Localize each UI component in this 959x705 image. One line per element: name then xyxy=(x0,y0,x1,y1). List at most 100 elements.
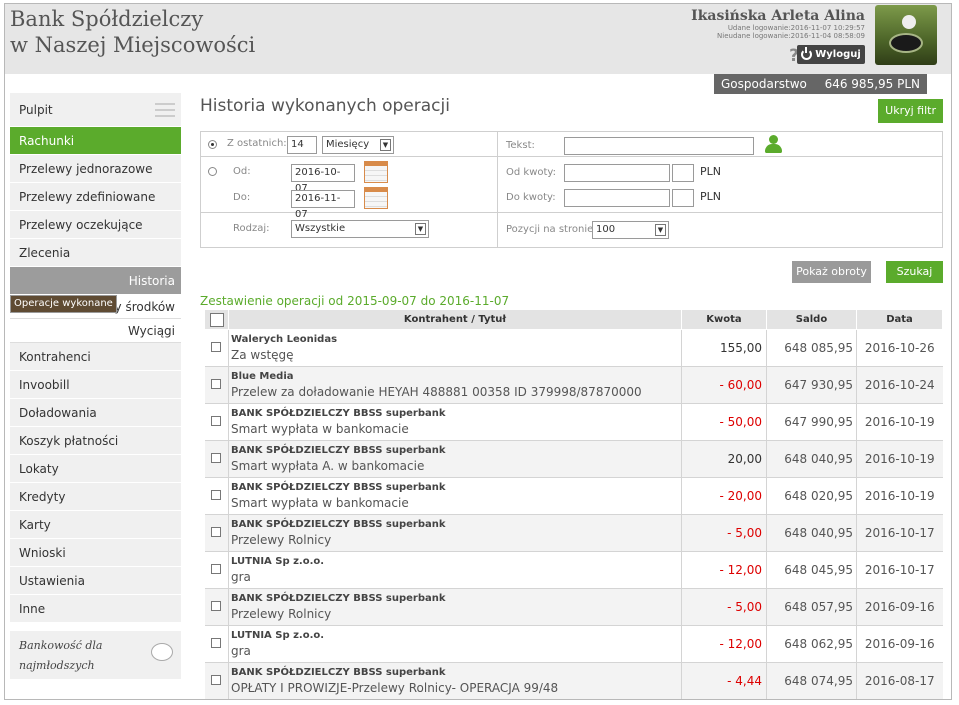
row-checkbox[interactable] xyxy=(211,675,222,685)
sidebar-item-lokaty[interactable]: Lokaty xyxy=(10,455,181,483)
text-label: Tekst: xyxy=(506,140,535,151)
power-icon xyxy=(801,47,813,60)
sidebar-item-inne[interactable]: Inne xyxy=(10,595,181,623)
radio-date-range[interactable] xyxy=(208,167,217,176)
table-row[interactable]: BANK SPÓŁDZIELCZY BBSS superbank Przelewy… xyxy=(204,514,943,552)
table-row[interactable]: Blue Media Przelew za doładowanie HEYAH 4… xyxy=(204,366,943,404)
menu-icon[interactable] xyxy=(155,102,175,117)
amount-to-input[interactable] xyxy=(564,189,670,207)
account-selector[interactable]: Gospodarstwo 646 985,95 PLN xyxy=(714,74,927,94)
amount-from-input[interactable] xyxy=(564,164,670,182)
sidebar-item-pulpit[interactable]: Pulpit xyxy=(10,93,181,127)
row-checkbox[interactable] xyxy=(211,564,222,574)
table-row[interactable]: LUTNIA Sp z.o.o. gra - 12,00 648 062,95 2016… xyxy=(204,625,943,663)
header-amount[interactable]: Kwota xyxy=(681,309,767,330)
table-row[interactable]: BANK SPÓŁDZIELCZY BBSS superbank Smart wy… xyxy=(204,403,943,441)
calendar-to-icon[interactable] xyxy=(364,187,388,209)
row-balance: 648 085,95 xyxy=(766,329,857,367)
row-date: 2016-09-16 xyxy=(856,625,943,663)
sidebar-item-ustawienia[interactable]: Ustawienia xyxy=(10,567,181,595)
row-amount: 20,00 xyxy=(681,440,767,478)
row-contractor-cell: BANK SPÓŁDZIELCZY BBSS superbank Smart wy… xyxy=(228,403,682,441)
sidebar-item-wnioski[interactable]: Wnioski xyxy=(10,539,181,567)
row-contractor: BANK SPÓŁDZIELCZY BBSS superbank xyxy=(231,445,446,456)
account-name: Gospodarstwo xyxy=(721,77,807,91)
user-avatar xyxy=(875,5,937,65)
amount-to-label: Do kwoty: xyxy=(506,192,556,203)
promo-banner[interactable]: Bankowość dla najmłodszych xyxy=(10,631,181,679)
sidebar-item-invoobill[interactable]: Invoobill xyxy=(10,371,181,399)
row-amount: - 5,00 xyxy=(681,588,767,626)
header-date[interactable]: Data xyxy=(856,309,943,330)
table-row[interactable]: BANK SPÓŁDZIELCZY BBSS superbank Smart wy… xyxy=(204,477,943,515)
row-contractor-cell: BANK SPÓŁDZIELCZY BBSS superbank Przelewy… xyxy=(228,514,682,552)
sidebar-item-doladowania[interactable]: Doładowania xyxy=(10,399,181,427)
sidebar-item-rachunki[interactable]: Rachunki xyxy=(10,127,181,155)
logout-button[interactable]: Wyloguj xyxy=(797,45,865,64)
chevron-down-icon: ▼ xyxy=(415,223,426,235)
row-date: 2016-10-24 xyxy=(856,366,943,404)
row-contractor: LUTNIA Sp z.o.o. xyxy=(231,630,325,641)
amount-from-label: Od kwoty: xyxy=(506,167,556,178)
search-button[interactable]: Szukaj xyxy=(886,261,943,283)
type-select-value: Wszystkie xyxy=(295,223,346,234)
sidebar-item-kontrahenci[interactable]: Kontrahenci xyxy=(10,343,181,371)
row-date: 2016-09-16 xyxy=(856,588,943,626)
type-select[interactable]: Wszystkie ▼ xyxy=(291,220,429,238)
radio-last-period[interactable] xyxy=(208,140,217,149)
last-login-success: Udane logowanie:2016-11-07 10:29:57 xyxy=(727,24,865,32)
row-title: gra xyxy=(231,570,251,584)
table-row[interactable]: LUTNIA Sp z.o.o. gra - 12,00 648 045,95 2016… xyxy=(204,551,943,589)
last-period-count-input[interactable]: 14 xyxy=(287,136,317,154)
row-contractor-cell: BANK SPÓŁDZIELCZY BBSS superbank Smart wy… xyxy=(228,440,682,478)
row-checkbox[interactable] xyxy=(211,638,222,648)
table-row[interactable]: BANK SPÓŁDZIELCZY BBSS superbank Przelewy… xyxy=(204,588,943,626)
sidebar-item-przelewy-oczekujace[interactable]: Przelewy oczekujące xyxy=(10,211,181,239)
row-checkbox-cell xyxy=(204,514,229,552)
header: Bank Spółdzielczy w Naszej Miejscowości I… xyxy=(5,4,951,74)
sidebar-item-zlecenia[interactable]: Zlecenia xyxy=(10,239,181,267)
piggy-bank-icon xyxy=(151,643,173,661)
main-content: Historia wykonanych operacji Ukryj filtr… xyxy=(200,96,943,699)
operations-table: Kontrahent / Tytuł Kwota Saldo Data Wale… xyxy=(204,309,943,699)
row-date: 2016-10-26 xyxy=(856,329,943,367)
date-from-input[interactable]: 2016-10-07 xyxy=(291,164,355,194)
sidebar-item-karty[interactable]: Karty xyxy=(10,511,181,539)
amount-to-decimal-input[interactable] xyxy=(672,189,694,207)
sidebar-item-przelewy-zdefiniowane[interactable]: Przelewy zdefiniowane xyxy=(10,183,181,211)
sidebar-sub-operacje-wykonane[interactable]: Operacje wykonane xyxy=(10,295,117,313)
row-checkbox[interactable] xyxy=(211,379,222,389)
table-row[interactable]: BANK SPÓŁDZIELCZY BBSS superbank OPŁATY I… xyxy=(204,662,943,699)
date-to-input[interactable]: 2016-11-07 xyxy=(291,190,355,220)
row-amount: 155,00 xyxy=(681,329,767,367)
row-title: Za wstęgę xyxy=(231,348,294,362)
row-checkbox[interactable] xyxy=(211,416,222,426)
header-contractor[interactable]: Kontrahent / Tytuł xyxy=(228,309,682,330)
row-checkbox[interactable] xyxy=(211,601,222,611)
sidebar-item-koszyk-platnosci[interactable]: Koszyk płatności xyxy=(10,427,181,455)
sidebar-item-przelewy-jednorazowe[interactable]: Przelewy jednorazowe xyxy=(10,155,181,183)
row-checkbox[interactable] xyxy=(211,490,222,500)
sidebar-item-historia[interactable]: Historia xyxy=(10,267,181,295)
row-date: 2016-10-19 xyxy=(856,477,943,515)
per-page-select[interactable]: 100 ▼ xyxy=(592,221,669,239)
amount-from-decimal-input[interactable] xyxy=(672,164,694,182)
date-to-label: Do: xyxy=(233,192,251,203)
table-row[interactable]: BANK SPÓŁDZIELCZY BBSS superbank Smart wy… xyxy=(204,440,943,478)
sidebar-sub-wyciagi[interactable]: Wyciągi xyxy=(10,319,181,343)
calendar-from-icon[interactable] xyxy=(364,161,388,183)
show-turnover-button[interactable]: Pokaż obroty xyxy=(792,261,871,283)
sidebar-item-kredyty[interactable]: Kredyty xyxy=(10,483,181,511)
contractor-picker-icon[interactable] xyxy=(764,135,782,153)
select-all-checkbox[interactable] xyxy=(209,312,224,327)
row-amount: - 12,00 xyxy=(681,551,767,589)
text-search-input[interactable] xyxy=(564,137,754,155)
row-title: OPŁATY I PROWIZJE-Przelewy Rolnicy- OPER… xyxy=(231,681,559,695)
table-row[interactable]: Walerych Leonidas Za wstęgę 155,00 648 085,… xyxy=(204,329,943,367)
hide-filter-button[interactable]: Ukryj filtr xyxy=(878,99,943,123)
period-unit-select[interactable]: Miesięcy ▼ xyxy=(322,136,394,154)
row-checkbox[interactable] xyxy=(211,342,222,352)
row-checkbox[interactable] xyxy=(211,527,222,537)
row-checkbox[interactable] xyxy=(211,453,222,463)
header-balance[interactable]: Saldo xyxy=(766,309,857,330)
